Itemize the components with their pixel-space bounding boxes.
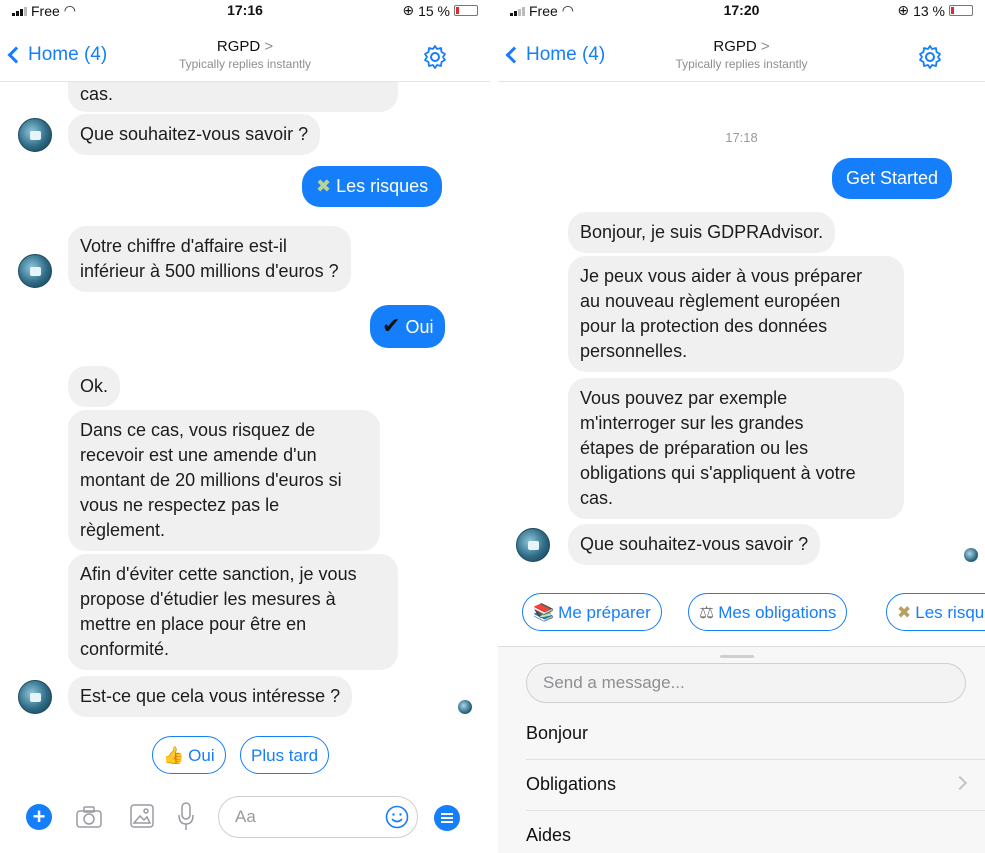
battery-indicator: ⊕ 15 % [402,2,478,19]
menu-item-label: Aides [526,825,572,845]
chat-title[interactable]: RGPD > Typically replies instantly [498,38,985,71]
quick-reply-label: Oui [188,745,215,765]
quick-reply-oui[interactable]: 👍 Oui [152,736,226,774]
quick-reply-me-preparer[interactable]: 📚 Me préparer [522,593,662,631]
bot-message: Afin d'éviter cette sanction, je vous pr… [68,554,398,670]
battery-percent: 13 % [913,2,945,19]
books-icon: 📚 [533,602,555,622]
alarm-icon: ⊕ [402,2,415,18]
send-message-input[interactable]: Send a message... [526,663,966,703]
user-message: Get Started [832,158,953,199]
timestamp: 17:18 [725,130,758,145]
bot-message: Que souhaitez-vous savoir ? [68,114,321,155]
nav-bar: Home (4) RGPD > Typically replies instan… [0,22,490,82]
chevron-right-icon [952,775,968,791]
gear-icon[interactable] [917,44,943,70]
bot-avatar [18,680,52,714]
title-chevron: > [264,38,274,55]
battery-percent: 15 % [418,2,450,19]
page-subtitle: Typically replies instantly [675,57,808,71]
nav-bar: Home (4) RGPD > Typically replies instan… [498,22,985,82]
user-message: ✖ Les risques [302,166,443,207]
left-screen: Free ◠ 17:16 ⊕ 15 % Home (4) RGPD > Typi… [0,0,490,853]
gallery-icon[interactable] [130,804,154,828]
bot-message: Vous pouvez par exemple m'interroger sur… [568,378,904,519]
right-screen: Free ◠ 17:20 ⊕ 13 % Home (4) RGPD > Typi… [498,0,985,853]
title-chevron: > [760,38,770,55]
seen-avatar [964,548,978,562]
thumbs-up-icon: 👍 [163,745,185,765]
emoji-icon[interactable] [385,805,409,829]
seen-avatar [458,700,472,714]
bot-message: Ok. [68,366,121,407]
user-message-text: Les risques [336,176,429,196]
scales-icon: ⚖ [699,602,715,622]
status-bar: Free ◠ 17:20 ⊕ 13 % [498,0,985,22]
menu-icon[interactable] [434,805,460,831]
quick-reply-plus-tard[interactable]: Plus tard [240,736,330,774]
gear-icon[interactable] [422,44,448,70]
page-subtitle: Typically replies instantly [178,57,312,71]
chat-title[interactable]: RGPD > Typically replies instantly [0,38,490,71]
menu-item-label: Obligations [526,774,617,794]
menu-item-label: Bonjour [526,723,589,743]
page-title: RGPD [216,38,261,55]
money-with-wings-icon: ✖ [897,602,912,622]
checkmark-icon: ✔ [382,313,401,338]
microphone-icon[interactable] [178,802,194,832]
menu-item-obligations[interactable]: Obligations [526,760,985,811]
money-with-wings-emoji-icon: ✖ [316,176,332,196]
quick-reply-label: Me préparer [558,602,651,622]
bot-message: Bonjour, je suis GDPRAdvisor. [568,212,836,253]
bot-message: Dans ce cas, vous risquez de recevoir es… [68,410,380,551]
bot-avatar [516,528,550,562]
status-bar: Free ◠ 17:16 ⊕ 15 % [0,0,490,22]
quick-reply-label: Mes obligations [718,602,837,622]
drag-handle[interactable] [720,655,754,658]
bot-message: Je peux vous aider à vous préparer au no… [568,256,904,372]
composer-bar: + Aa [0,790,490,850]
user-message-text: Oui [405,317,434,337]
bot-message: Votre chiffre d'affaire est-il inférieur… [68,226,351,292]
page-title: RGPD [713,38,757,55]
bot-message: Que souhaitez-vous savoir ? [568,524,821,565]
menu-item-aides[interactable]: Aides [526,811,985,853]
user-message: ✔ Oui [370,305,446,348]
bot-avatar [18,254,52,288]
battery-indicator: ⊕ 13 % [897,2,973,19]
battery-icon [949,5,973,16]
quick-reply-label: Plus tard [251,745,319,765]
quick-reply-les-risques[interactable]: ✖ Les risques [886,593,985,631]
persistent-menu-panel: Send a message... Bonjour Obligations Ai… [498,646,985,853]
menu-item-bonjour[interactable]: Bonjour [526,709,985,760]
quick-reply-mes-obligations[interactable]: ⚖ Mes obligations [688,593,848,631]
bot-avatar [18,118,52,152]
bot-message: Est-ce que cela vous intéresse ? [68,676,353,717]
battery-icon [454,5,478,16]
camera-icon[interactable] [76,806,102,828]
plus-icon[interactable]: + [26,804,52,830]
alarm-icon: ⊕ [897,2,910,18]
quick-reply-label: Les risques [915,602,985,622]
